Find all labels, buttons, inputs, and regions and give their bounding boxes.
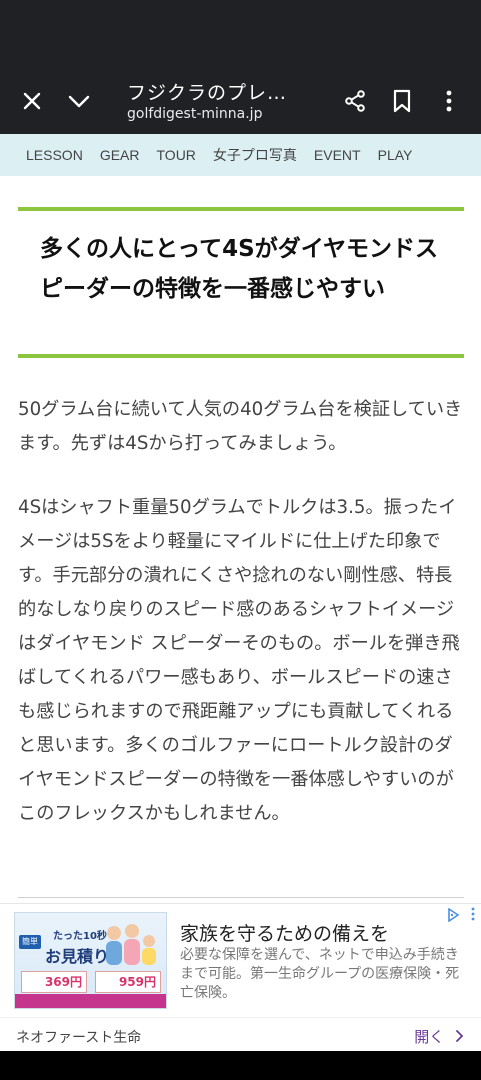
ad-image-badge: 簡単 [19,935,41,949]
article-paragraph-1: 50グラム台に続いて人気の40グラム台を検証していきます。先ずは4Sから打ってみ… [18,399,463,454]
share-icon[interactable] [342,88,368,114]
article-headline-box: 多くの人にとって4Sがダイヤモンドスピーダーの特徴を一番感じやすい [18,207,464,358]
nav-item-pro-photos[interactable]: 女子プロ写真 [213,145,297,165]
ad-price-1: 369円 [21,971,87,993]
ad-frame-line [18,897,464,898]
ad-banner[interactable]: 簡単 たった10秒で お見積り 369円 959円 家族を守るための備えを 必要… [0,903,481,1051]
chevron-right-icon [455,1028,464,1046]
article-headline: 多くの人にとって4Sがダイヤモンドスピーダーの特徴を一番感じやすい [40,236,439,302]
bookmark-icon[interactable] [389,88,415,114]
chevron-down-icon[interactable] [66,88,92,114]
nav-item-event[interactable]: EVENT [314,147,361,163]
close-icon[interactable] [19,88,45,114]
ad-image[interactable]: 簡単 たった10秒で お見積り 369円 959円 [14,912,167,1009]
ad-title[interactable]: 家族を守るための備えを [180,919,389,946]
page-title: フジクラのプレ… [127,82,288,104]
ad-menu-icon[interactable] [471,907,475,924]
nav-item-play[interactable]: PLAY [378,147,413,163]
ad-sponsor: ネオファースト生命 [16,1030,142,1046]
ad-sponsor-row[interactable]: ネオファースト生命 開く [0,1017,481,1052]
nav-item-gear[interactable]: GEAR [100,147,140,163]
system-nav-bar [0,1051,481,1080]
more-vert-icon[interactable] [436,88,462,114]
ad-open-label: 開く [414,1028,445,1046]
article-paragraph-2: 4Sはシャフト重量50グラムでトルクは3.5。振ったイメージは5Sをより軽量にマ… [18,497,460,824]
status-bar [0,0,481,66]
ad-body: 必要な保障を選んで、ネットで申込み手続きまで可能。第一生命グループの医療保険・死… [180,947,460,1001]
browser-toolbar: フジクラのプレ… golfdigest-minna.jp [0,66,481,134]
ad-price-2: 959円 [95,971,161,993]
page-url: golfdigest-minna.jp [127,106,263,122]
ad-image-footer [15,994,166,1008]
site-nav: LESSON GEAR TOUR 女子プロ写真 EVENT PLAY [0,134,481,176]
nav-item-lesson[interactable]: LESSON [26,147,83,163]
ad-choices-icon[interactable] [447,907,460,926]
nav-item-tour[interactable]: TOUR [157,147,196,163]
ad-open-button[interactable]: 開く [414,1026,464,1047]
family-illustration [100,919,160,969]
